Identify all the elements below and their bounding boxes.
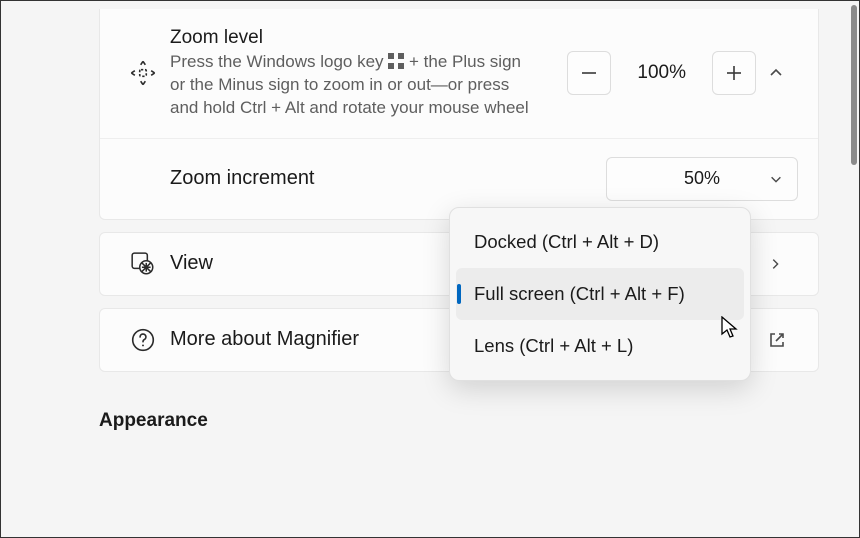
- cursor-icon: [721, 316, 741, 342]
- windows-logo-icon: [388, 53, 404, 69]
- zoom-level-title: Zoom level: [170, 27, 567, 49]
- view-dropdown-menu: Docked (Ctrl + Alt + D) Full screen (Ctr…: [449, 207, 751, 381]
- zoom-controls: 100%: [567, 51, 798, 95]
- zoom-value: 100%: [623, 62, 700, 84]
- zoom-increment-title: Zoom increment: [170, 167, 606, 190]
- view-icon: [122, 251, 164, 277]
- menu-item-lens[interactable]: Lens (Ctrl + Alt + L): [456, 320, 744, 372]
- collapse-chevron-icon[interactable]: [768, 65, 798, 81]
- zoom-increment-value: 50%: [684, 168, 720, 189]
- menu-item-docked[interactable]: Docked (Ctrl + Alt + D): [456, 216, 744, 268]
- zoom-level-description: Press the Windows logo key + the Plus si…: [170, 51, 530, 120]
- external-link-icon: [768, 331, 798, 349]
- chevron-right-icon: [768, 257, 798, 271]
- zoom-level-text: Zoom level Press the Windows logo key + …: [164, 27, 567, 120]
- zoom-level-card: Zoom level Press the Windows logo key + …: [99, 9, 819, 220]
- menu-item-full-screen[interactable]: Full screen (Ctrl + Alt + F): [456, 268, 744, 320]
- zoom-increment-select[interactable]: 50%: [606, 157, 798, 201]
- appearance-heading: Appearance: [99, 410, 849, 432]
- zoom-level-row: Zoom level Press the Windows logo key + …: [100, 9, 818, 138]
- chevron-down-icon: [769, 172, 783, 186]
- zoom-out-button[interactable]: [567, 51, 611, 95]
- scrollbar-thumb[interactable]: [851, 5, 857, 165]
- help-icon: [122, 327, 164, 353]
- move-icon: [122, 59, 164, 87]
- zoom-in-button[interactable]: [712, 51, 756, 95]
